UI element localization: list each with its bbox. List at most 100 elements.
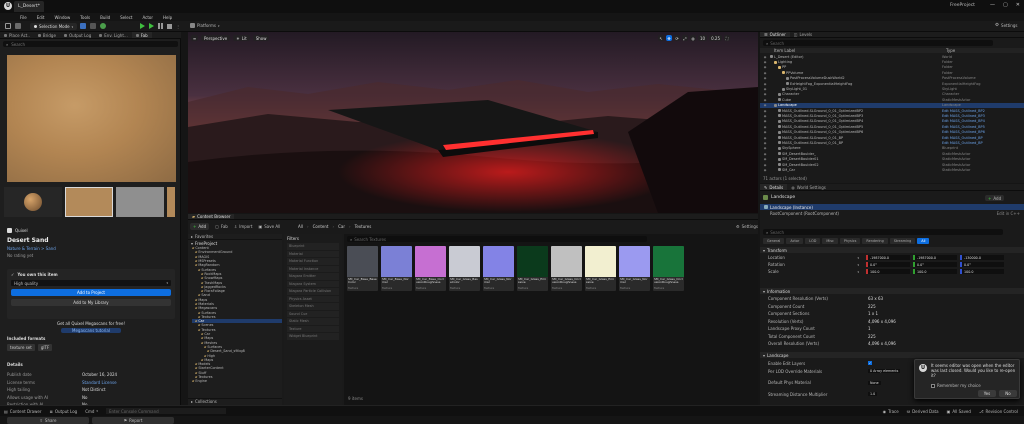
revision-control-button[interactable]: ⎇ Revision Control xyxy=(979,409,1024,414)
actor-name[interactable]: Landscape xyxy=(771,195,795,200)
outliner-row[interactable]: ◉ MASS_Outlined.SLGround_0_01_OptimizedBP… xyxy=(760,124,1024,129)
visibility-eye-icon[interactable]: ◉ xyxy=(760,98,770,102)
landscape-value[interactable]: 1.0 xyxy=(868,392,878,396)
content-browser-tab[interactable]: ▰ Content Browser xyxy=(188,214,235,219)
minimize-icon[interactable]: — xyxy=(990,2,995,8)
share-button[interactable]: ⇪ Share xyxy=(7,417,89,424)
details-search-bar[interactable]: ⌕ Search xyxy=(763,229,1003,235)
visibility-eye-icon[interactable]: ◉ xyxy=(760,168,770,172)
transform-label-cell[interactable]: Scale ▾ xyxy=(768,269,863,274)
transform-x-field[interactable]: 100.0 xyxy=(866,269,910,274)
filter-item[interactable]: Texture xyxy=(287,325,339,332)
visibility-eye-icon[interactable]: ◉ xyxy=(760,163,770,167)
detail-category-tab[interactable]: Actor xyxy=(786,238,804,244)
filter-item[interactable]: Widget Blueprint xyxy=(287,333,339,340)
add-to-project-button[interactable]: Add to Project xyxy=(11,289,171,296)
asset-search-bar[interactable]: ⌕ Search Textures xyxy=(347,236,647,242)
world-settings-tab[interactable]: ◍ World Settings xyxy=(787,184,830,190)
save-icon[interactable] xyxy=(5,23,11,29)
outliner-row[interactable]: ◉ MASS_Outlined.SLGround_0_01_OptimizedBP… xyxy=(760,129,1024,134)
import-button[interactable]: ⇩ Import xyxy=(234,224,253,229)
transform-z-field[interactable]: 100.0 xyxy=(960,269,1004,274)
pause-icon[interactable] xyxy=(158,23,163,29)
maximize-viewport-icon[interactable]: ⛶ xyxy=(724,35,730,41)
visibility-eye-icon[interactable]: ◉ xyxy=(760,55,770,59)
filter-item[interactable]: Niagara System xyxy=(287,280,339,287)
visibility-eye-icon[interactable]: ◉ xyxy=(760,146,770,150)
lit-button[interactable]: ☀ Lit xyxy=(233,35,250,41)
filter-item[interactable]: Skeleton Mesh xyxy=(287,303,339,310)
asset-tile[interactable]: SM_Car_Glass_Emissive Texture xyxy=(585,246,616,291)
scale-tool-icon[interactable]: ⤢ xyxy=(682,35,688,41)
col-label[interactable]: Item Label xyxy=(774,48,946,53)
visibility-eye-icon[interactable]: ◉ xyxy=(760,82,770,86)
content-drawer-button[interactable]: ▤ Content Drawer xyxy=(4,409,42,414)
world-icon[interactable]: ◍ xyxy=(690,35,696,41)
menu-item[interactable]: Tools xyxy=(80,15,90,20)
transform-y-field[interactable]: 0.0° xyxy=(913,262,957,267)
level-viewport[interactable]: ≡ Perspective ☀ Lit Show ↖ ✥ ⟳ ⤢ ◍ 10 0.2… xyxy=(188,32,758,213)
information-header[interactable]: ▾ Information xyxy=(760,288,1024,294)
left-tab[interactable]: Env. Light... xyxy=(95,32,131,38)
details-add-button[interactable]: + Add xyxy=(985,195,1005,201)
outliner-row[interactable]: ◉ MASS_Outlined.SLGround_0_01_OptimizedBP… xyxy=(760,119,1024,124)
cb-settings-button[interactable]: ⚙ Settings xyxy=(736,224,758,229)
detail-category-tab[interactable]: Physics xyxy=(839,238,861,244)
filter-item[interactable]: Static Mesh xyxy=(287,318,339,325)
maximize-icon[interactable]: ▢ xyxy=(1003,2,1008,8)
asset-tile[interactable]: SM_Car_Glass_Emissive Texture xyxy=(517,246,548,291)
add-actor-icon[interactable] xyxy=(100,23,106,29)
output-log-button[interactable]: ≣ Output Log xyxy=(50,409,78,414)
remember-choice[interactable]: Remember my choice xyxy=(931,383,981,388)
transform-header[interactable]: ▾ Transform xyxy=(760,247,1024,253)
asset-tile[interactable]: SM_Car_Base_OcclusionRoughness Texture xyxy=(415,246,446,291)
transform-x-field[interactable]: -1987000.0 xyxy=(866,255,910,260)
rotate-tool-icon[interactable]: ⟳ xyxy=(674,35,680,41)
more-options-icon[interactable]: ⋮ xyxy=(176,24,180,29)
left-tab[interactable]: Place Act.. xyxy=(0,32,34,38)
visibility-eye-icon[interactable]: ◉ xyxy=(760,71,770,75)
left-tab[interactable]: Output Log xyxy=(60,32,95,38)
platforms-menu[interactable]: Platforms ▾ xyxy=(190,23,219,28)
visibility-eye-icon[interactable]: ◉ xyxy=(760,76,770,80)
transform-label-cell[interactable]: Rotation ▾ xyxy=(768,262,863,267)
visibility-eye-icon[interactable]: ◉ xyxy=(760,87,770,91)
filter-item[interactable]: Blueprint xyxy=(287,243,339,250)
close-icon[interactable]: ✕ xyxy=(1016,2,1020,8)
edit-cpp-link[interactable]: Edit in C++ xyxy=(997,211,1020,216)
path-segment[interactable]: Car xyxy=(338,224,345,229)
detail-category-tab[interactable]: Streaming xyxy=(889,238,916,244)
add-button[interactable]: + Add xyxy=(190,223,210,230)
folder-row[interactable]: ▰ Engine xyxy=(192,379,282,383)
thumb-sphere[interactable] xyxy=(4,187,62,217)
details-tab[interactable]: ✎ Details xyxy=(760,184,788,190)
visibility-eye-icon[interactable]: ◉ xyxy=(760,114,770,118)
landscape-value[interactable]: 0 Array elements xyxy=(868,369,901,373)
menu-item[interactable]: Window xyxy=(54,15,70,20)
detail-category-tab[interactable]: All xyxy=(917,238,930,244)
visibility-eye-icon[interactable]: ◉ xyxy=(760,125,770,129)
visibility-eye-icon[interactable]: ◉ xyxy=(760,92,770,96)
derived-data-button[interactable]: ⛁ Derived Data xyxy=(907,409,939,414)
visibility-eye-icon[interactable]: ◉ xyxy=(760,141,770,145)
yes-button[interactable]: Yes xyxy=(978,390,996,397)
asset-tile[interactable]: SM_Car_Glass_BaseColor Texture xyxy=(449,246,480,291)
asset-tile[interactable]: SM_Car_Glass_OcclusionRoughness Texture xyxy=(653,246,684,291)
menu-item[interactable]: File xyxy=(20,15,27,20)
camera-speed-value[interactable]: 0.25 xyxy=(709,35,722,41)
visibility-eye-icon[interactable]: ◉ xyxy=(760,109,770,113)
menu-item[interactable]: Help xyxy=(163,15,172,20)
skip-icon[interactable] xyxy=(149,23,154,29)
visibility-eye-icon[interactable]: ◉ xyxy=(760,103,770,107)
report-button[interactable]: ⚑ Report xyxy=(92,417,174,424)
visibility-eye-icon[interactable]: ◉ xyxy=(760,130,770,134)
transform-label-cell[interactable]: Location ▾ xyxy=(768,255,863,260)
cinematics-icon[interactable] xyxy=(90,23,96,29)
collections-header[interactable]: ▸ Collections xyxy=(188,398,282,404)
console-input[interactable]: Enter Console Command xyxy=(105,408,226,414)
left-tab[interactable]: Bridge xyxy=(34,32,60,38)
transform-y-field[interactable]: -1987000.0 xyxy=(913,255,957,260)
visibility-eye-icon[interactable]: ◉ xyxy=(760,152,770,156)
path-segment[interactable]: Textures xyxy=(355,224,372,229)
outliner-row[interactable]: ◉ SM_Car StaticMeshActor xyxy=(760,167,1024,172)
